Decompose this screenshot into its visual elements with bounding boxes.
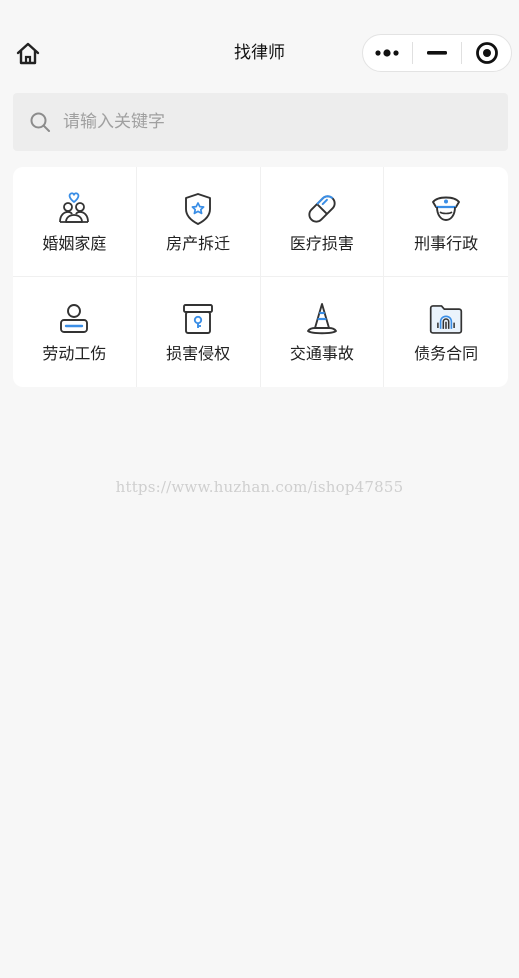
category-label: 债务合同 [414, 344, 479, 363]
more-dots-icon [375, 49, 399, 57]
more-button[interactable] [363, 35, 412, 71]
search-bar[interactable] [13, 93, 508, 151]
category-label: 劳动工伤 [42, 344, 107, 363]
category-marriage-family[interactable]: 婚姻家庭 [13, 167, 137, 277]
close-button[interactable] [462, 35, 511, 71]
folder-fingerprint-icon [428, 301, 464, 337]
watermark-text: https://www.huzhan.com/ishop47855 [115, 478, 404, 496]
pill-capsule-icon [304, 191, 340, 227]
category-labor-injury[interactable]: 劳动工伤 [13, 277, 137, 387]
category-debt-contract[interactable]: 债务合同 [384, 277, 508, 387]
minimize-icon [427, 51, 447, 55]
couple-heart-icon [56, 191, 92, 227]
category-criminal-administrative[interactable]: 刑事行政 [384, 167, 508, 277]
category-property-demolition[interactable]: 房产拆迁 [136, 167, 261, 277]
target-circle-icon [475, 42, 498, 64]
category-medical-damage[interactable]: 医疗损害 [260, 167, 385, 277]
minimize-button[interactable] [413, 35, 462, 71]
category-label: 医疗损害 [289, 234, 354, 253]
category-label: 损害侵权 [166, 344, 231, 363]
category-grid: 婚姻家庭 房产拆迁 医疗损害 刑事行政 劳动工伤 损害侵权 交通事故 债务合同 [13, 167, 508, 387]
traffic-cone-icon [304, 301, 340, 337]
mini-program-capsule [362, 34, 512, 72]
category-label: 房产拆迁 [166, 234, 231, 253]
search-input[interactable] [61, 101, 465, 143]
category-label: 交通事故 [289, 344, 354, 363]
evidence-box-icon [180, 301, 216, 337]
category-traffic-accident[interactable]: 交通事故 [261, 277, 385, 387]
search-icon [29, 111, 51, 133]
category-tort-infringement[interactable]: 损害侵权 [137, 277, 261, 387]
category-label: 婚姻家庭 [42, 234, 107, 253]
police-cap-icon [428, 191, 464, 227]
category-label: 刑事行政 [414, 234, 479, 253]
shield-badge-icon [180, 191, 216, 227]
worker-person-icon [56, 301, 92, 337]
navigation-bar: 找律师 [0, 30, 519, 76]
